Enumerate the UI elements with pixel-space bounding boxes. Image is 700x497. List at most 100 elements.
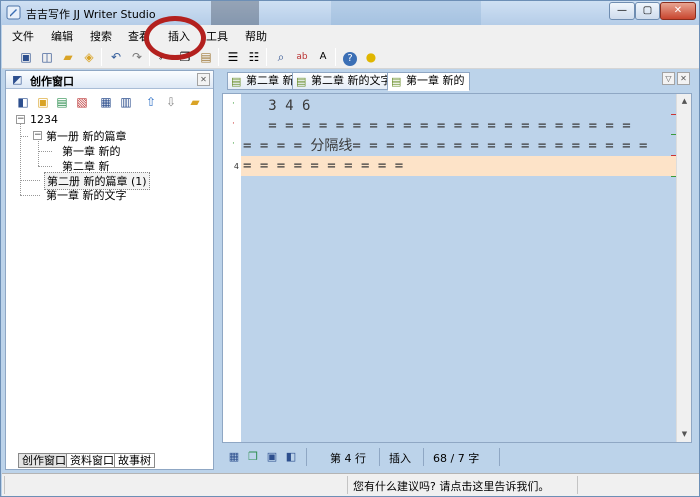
panel-close-icon[interactable]: ✕ [197, 73, 210, 86]
outdent-icon[interactable]: ☷ [245, 48, 263, 66]
tree-root[interactable]: 1234 [30, 113, 58, 126]
paste-icon[interactable]: ▤ [197, 48, 215, 66]
toolbar-separator [149, 48, 150, 66]
help-icon[interactable]: ? [341, 48, 359, 66]
toolbar-separator [266, 48, 267, 66]
doc-tab-label: 第一章 新的 [406, 74, 465, 87]
new-book-icon[interactable]: ◧ [14, 94, 32, 111]
toolbar-separator [335, 48, 336, 66]
scroll-up-icon[interactable]: ▲ [679, 96, 690, 107]
creation-panel-header: ◩ 创作窗口 ✕ [6, 71, 213, 89]
tab-material-window[interactable]: 资料窗口 [66, 453, 118, 468]
redo-icon[interactable]: ↷ [128, 48, 146, 66]
tab-list-icon[interactable]: ▽ [662, 72, 675, 85]
tab-creation-window[interactable]: 创作窗口 [18, 453, 70, 468]
tree-collapse-toggle[interactable]: − [16, 115, 25, 124]
text-editor[interactable]: · · · 4 3 4 6 = = = = = = = = = = = = = … [222, 93, 692, 443]
tree-chapter[interactable]: 第一章 新的文字 [46, 187, 127, 203]
tree-volume-1[interactable]: 第一册 新的篇章 [46, 128, 127, 144]
move-down-icon[interactable]: ⇩ [162, 94, 180, 111]
doc-tab[interactable]: ▤ 第二章 新的文字 [292, 72, 397, 90]
delete-icon[interactable]: ▧ [73, 94, 91, 111]
status-separator [347, 476, 348, 494]
feedback-link[interactable]: 您有什么建议吗? 请点击这里告诉我们。 [353, 478, 549, 494]
tree-collapse-toggle[interactable]: − [33, 131, 42, 140]
toolbar-separator [101, 48, 102, 66]
properties-icon[interactable]: ▦ [97, 94, 115, 111]
page-setup-icon[interactable]: ▦ [226, 449, 242, 465]
doc-tab-active[interactable]: ▤ 第一章 新的 [387, 72, 470, 91]
editor-panel: ▤ 第二章 新 ▤ 第二章 新的文字 ▤ 第一章 新的 ▽ ✕ · · · 4 … [221, 70, 693, 470]
tree-chapter[interactable]: 第一章 新的 [62, 143, 121, 159]
menu-file[interactable]: 文件 [12, 28, 34, 44]
save-doc-icon[interactable]: ▣ [264, 449, 280, 465]
spellcheck-icon[interactable]: A [314, 48, 332, 66]
import-icon[interactable]: ▥ [117, 94, 135, 111]
tab-story-tree[interactable]: 故事树 [114, 453, 155, 468]
status-mode: 插入 [389, 452, 411, 465]
app-window: 吉吉写作 JJ Writer Studio — ▢ ✕ 文件 编辑 搜索 查看 … [0, 0, 700, 497]
tab-close-icon[interactable]: ✕ [677, 72, 690, 85]
document-icon: ▤ [231, 75, 242, 88]
export-doc-icon[interactable]: ◧ [283, 449, 299, 465]
creation-panel: ◩ 创作窗口 ✕ ◧ ▣ ▤ ▧ ▦ ▥ ⇧ ⇩ ▰ − 1234 − 第一册 … [5, 70, 214, 470]
minimize-button[interactable]: — [609, 2, 635, 20]
copy-doc-icon[interactable]: ❐ [245, 449, 261, 465]
status-separator [4, 476, 5, 494]
new-chapter-icon[interactable]: ▤ [53, 94, 71, 111]
app-status-bar: 您有什么建议吗? 请点击这里告诉我们。 [2, 473, 699, 496]
scroll-down-icon[interactable]: ▼ [679, 429, 690, 440]
close-button[interactable]: ✕ [660, 2, 696, 20]
editor-text-area[interactable]: 3 4 6 = = = = = = = = = = = = = = = = = … [241, 94, 677, 442]
menu-help[interactable]: 帮助 [245, 28, 267, 44]
menu-edit[interactable]: 编辑 [51, 28, 73, 44]
doc-tab-label: 第二章 新的文字 [311, 74, 392, 87]
vertical-scrollbar[interactable]: ▲ ▼ [676, 94, 691, 442]
creation-panel-title: 创作窗口 [30, 75, 74, 88]
status-separator [577, 476, 578, 494]
status-separator [306, 448, 307, 466]
replace-icon[interactable]: ab [293, 48, 311, 66]
tip-bulb-icon[interactable]: ● [362, 48, 380, 66]
save-icon[interactable]: ▣ [17, 48, 35, 66]
editor-line: = = = = = = = = = = = = = = = = = = = = … [243, 118, 631, 134]
editor-line: = = = = 分隔线= = = = = = = = = = = = = = =… [243, 138, 648, 154]
maximize-button[interactable]: ▢ [635, 2, 660, 20]
doc-tab-label: 第二章 新 [246, 74, 294, 87]
window-title: 吉吉写作 JJ Writer Studio [26, 8, 156, 21]
editor-gutter: · · · 4 [223, 94, 241, 442]
find-icon[interactable]: ⌕ [272, 48, 290, 66]
status-separator [499, 448, 500, 466]
doc-tab[interactable]: ▤ 第二章 新 [227, 72, 299, 90]
open-folder-icon[interactable]: ▰ [59, 48, 77, 66]
background-window-ghost [211, 1, 259, 25]
status-line: 第 4 行 [330, 452, 366, 465]
outline-tree: − 1234 − 第一册 新的篇章 第一章 新的 第二章 新 第二册 新的篇章 … [8, 111, 211, 449]
menu-search[interactable]: 搜索 [90, 28, 112, 44]
export-icon[interactable]: ◈ [80, 48, 98, 66]
undo-icon[interactable]: ↶ [107, 48, 125, 66]
menu-bar: 文件 编辑 搜索 查看 插入 工具 帮助 [2, 25, 699, 45]
new-volume-icon[interactable]: ▣ [34, 94, 52, 111]
line-number: 4 [233, 162, 239, 171]
editor-line: 3 4 6 [243, 98, 311, 114]
indent-icon[interactable]: ☰ [224, 48, 242, 66]
status-count: 68 / 7 字 [433, 452, 480, 465]
title-bar: 吉吉写作 JJ Writer Studio — ▢ ✕ [1, 1, 699, 25]
move-up-icon[interactable]: ⇧ [142, 94, 160, 111]
document-icon: ▤ [391, 75, 402, 88]
main-toolbar: ▣ ◫ ▰ ◈ ↶ ↷ ✂ ❐ ▤ ☰ ☷ ⌕ ab A ? ● [2, 45, 699, 69]
status-separator [423, 448, 424, 466]
menu-tools[interactable]: 工具 [206, 28, 228, 44]
status-separator [379, 448, 380, 466]
save-all-icon[interactable]: ◫ [38, 48, 56, 66]
menu-view[interactable]: 查看 [128, 28, 150, 44]
copy-icon[interactable]: ❐ [176, 48, 194, 66]
background-window-ghost [331, 1, 481, 25]
editor-status-bar: ▦ ❐ ▣ ◧ 第 4 行 插入 68 / 7 字 [222, 446, 692, 468]
line-marker: · [232, 119, 235, 129]
cut-icon[interactable]: ✂ [155, 48, 173, 66]
lock-icon[interactable]: ▰ [186, 94, 204, 111]
menu-insert[interactable]: 插入 [168, 28, 190, 44]
editor-current-line: = = = = = = = = = = [241, 156, 677, 176]
